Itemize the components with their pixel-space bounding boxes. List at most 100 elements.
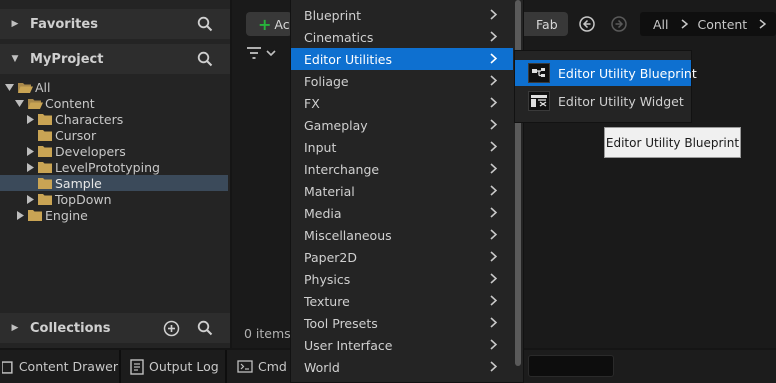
menu-item-paper2d[interactable]: Paper2D: [291, 246, 513, 268]
menu-item-label: Editor Utilities: [304, 51, 393, 67]
chevron-down-icon: [266, 50, 276, 57]
chevron-right-icon: [490, 53, 497, 64]
output-log-icon: [130, 358, 144, 375]
menu-item-label: Blueprint: [304, 7, 362, 23]
plus-icon: +: [258, 14, 272, 34]
menu-item-texture[interactable]: Texture: [291, 290, 513, 312]
arrow-right-circle-icon: [611, 16, 627, 32]
collapse-arrow-icon[interactable]: [25, 162, 35, 172]
tree-item-label: Developers: [55, 143, 126, 159]
content-drawer-button[interactable]: Content Drawer: [0, 350, 118, 383]
menu-item-label: User Interface: [304, 337, 393, 353]
menu-item-world[interactable]: World: [291, 356, 513, 378]
expand-arrow-icon[interactable]: [4, 82, 14, 92]
chevron-right-icon: [490, 273, 497, 284]
collections-title: Collections: [30, 320, 111, 336]
output-log-label: Output Log: [149, 359, 219, 374]
menu-item-interchange[interactable]: Interchange: [291, 158, 513, 180]
menu-item-label: Foliage: [304, 73, 349, 89]
content-drawer-icon: [2, 360, 13, 374]
folder-icon: [38, 129, 52, 141]
open-folder-icon: [28, 98, 43, 109]
chevron-right-icon: [490, 31, 497, 42]
menu-item-miscellaneous[interactable]: Miscellaneous: [291, 224, 513, 246]
menu-item-media[interactable]: Media: [291, 202, 513, 224]
menu-item-label: Texture: [304, 293, 350, 309]
tree-item-content[interactable]: Content: [0, 95, 228, 111]
menu-item-cinematics[interactable]: Cinematics: [291, 26, 513, 48]
tree-item-label: Characters: [55, 111, 124, 127]
tree-item-cursor[interactable]: Cursor: [0, 127, 228, 143]
menu-item-blueprint[interactable]: Blueprint: [291, 4, 513, 26]
add-context-menu: Blueprint Cinematics Editor Utilities Fo…: [290, 0, 524, 383]
search-icon[interactable]: [197, 51, 213, 67]
chevron-right-icon: [490, 163, 497, 174]
favorites-title: Favorites: [30, 16, 98, 32]
menu-item-user-interface[interactable]: User Interface: [291, 334, 513, 356]
project-title: MyProject: [30, 51, 104, 67]
menu-item-fx[interactable]: FX: [291, 92, 513, 114]
menu-item-foliage[interactable]: Foliage: [291, 70, 513, 92]
menu-item-material[interactable]: Material: [291, 180, 513, 202]
output-log-button[interactable]: Output Log: [130, 350, 222, 383]
tree-item-all[interactable]: All: [0, 79, 228, 95]
chevron-right-icon: [490, 75, 497, 86]
tree-item-label: TopDown: [55, 191, 112, 207]
breadcrumb-current[interactable]: Content: [698, 17, 748, 32]
chevron-right-icon: [490, 207, 497, 218]
tree-item-engine[interactable]: Engine: [0, 207, 228, 223]
collapse-arrow-icon[interactable]: ▶: [0, 19, 30, 29]
submenu-item-label: Editor Utility Widget: [558, 93, 684, 109]
menu-item-label: Gameplay: [304, 117, 368, 133]
sources-panel: ▶ Favorites ▼ MyProject All Content Char: [0, 0, 230, 348]
menu-item-label: Material: [304, 183, 355, 199]
filter-button[interactable]: [246, 44, 282, 62]
tree-item-topdown[interactable]: TopDown: [0, 191, 228, 207]
search-icon[interactable]: [197, 16, 213, 32]
collapse-arrow-icon[interactable]: ▶: [0, 323, 30, 333]
chevron-right-icon: [490, 97, 497, 108]
editor-utility-blueprint-icon: [528, 63, 550, 83]
collapse-arrow-icon[interactable]: [15, 210, 25, 220]
folder-icon: [28, 209, 42, 221]
menu-item-tool-presets[interactable]: Tool Presets: [291, 312, 513, 334]
tree-item-label: LevelPrototyping: [55, 159, 160, 175]
search-icon[interactable]: [197, 320, 213, 336]
menu-item-label: World: [304, 359, 340, 375]
add-button-label: Ac: [274, 16, 290, 32]
tree-item-characters[interactable]: Characters: [0, 111, 228, 127]
menu-item-editor-utilities[interactable]: Editor Utilities: [291, 48, 513, 70]
console-command-input[interactable]: [528, 355, 614, 377]
expand-arrow-icon[interactable]: [14, 98, 24, 108]
menu-item-gameplay[interactable]: Gameplay: [291, 114, 513, 136]
menu-item-physics[interactable]: Physics: [291, 268, 513, 290]
breadcrumb-root[interactable]: All: [653, 17, 669, 32]
expand-arrow-icon[interactable]: ▼: [0, 54, 30, 64]
folder-icon: [38, 161, 52, 173]
collapse-arrow-icon[interactable]: [25, 146, 35, 156]
submenu-item-editor-utility-widget[interactable]: Editor Utility Widget: [515, 88, 691, 114]
menu-item-input[interactable]: Input: [291, 136, 513, 158]
folder-icon: [38, 113, 52, 125]
add-circle-icon[interactable]: [163, 320, 180, 337]
collections-header[interactable]: ▶ Collections: [0, 313, 230, 343]
nav-back-button[interactable]: [578, 15, 596, 33]
tree-item-sample[interactable]: Sample: [0, 175, 228, 191]
chevron-right-icon: [490, 119, 497, 130]
collapse-arrow-icon[interactable]: [25, 114, 35, 124]
folder-icon: [38, 145, 52, 157]
submenu-item-editor-utility-blueprint[interactable]: Editor Utility Blueprint: [515, 60, 697, 86]
tree-item-developers[interactable]: Developers: [0, 143, 228, 159]
folder-icon: [38, 193, 52, 205]
cmd-button[interactable]: Cmd: [237, 350, 293, 383]
menu-item-label: Tool Presets: [304, 315, 378, 331]
tree-item-levelprototyping[interactable]: LevelPrototyping: [0, 159, 228, 175]
add-button[interactable]: + Ac: [246, 12, 292, 36]
tree-item-label: Engine: [45, 207, 88, 223]
chevron-right-icon: [490, 141, 497, 152]
editor-utility-widget-icon: [528, 91, 550, 111]
collapse-arrow-icon[interactable]: [25, 194, 35, 204]
favorites-header[interactable]: ▶ Favorites: [0, 9, 230, 39]
nav-forward-button[interactable]: [610, 15, 628, 33]
project-header[interactable]: ▼ MyProject: [0, 44, 230, 74]
